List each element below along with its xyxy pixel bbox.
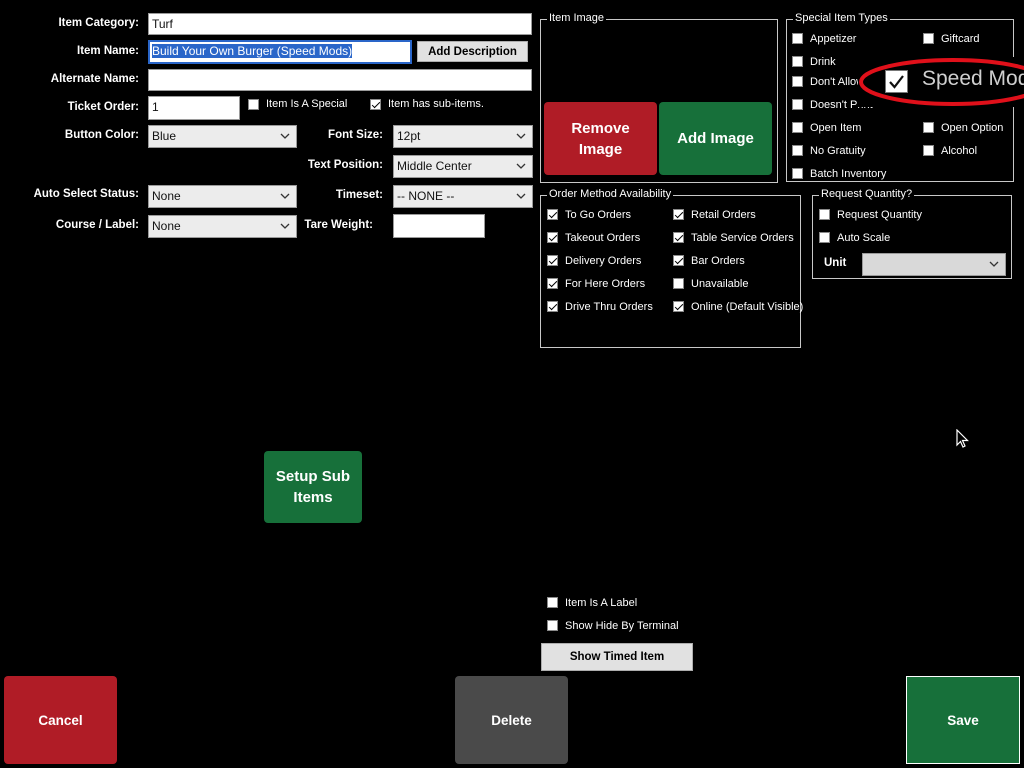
giftcard-checkbox[interactable]	[923, 33, 934, 44]
drive-thru-checkbox[interactable]	[547, 301, 558, 312]
item-category-label: Item Category:	[58, 17, 139, 29]
request-quantity-checkbox[interactable]	[819, 209, 830, 220]
setup-sub-items-button[interactable]: Setup Sub Items	[264, 451, 362, 523]
for-here-text: For Here Orders	[565, 278, 646, 290]
add-description-button[interactable]: Add Description	[417, 41, 528, 62]
button-color-dropdown[interactable]: Blue	[148, 125, 297, 148]
course-label: Course / Label:	[55, 219, 139, 231]
chevron-down-icon	[516, 133, 526, 139]
timeset-dropdown[interactable]: -- NONE --	[393, 185, 533, 208]
dont-allow-checkbox[interactable]	[792, 76, 803, 87]
no-gratuity-checkbox[interactable]	[792, 145, 803, 156]
chevron-down-icon	[280, 133, 290, 139]
auto-select-dropdown[interactable]: None	[148, 185, 297, 208]
bar-text: Bar Orders	[691, 255, 745, 267]
to-go-checkbox[interactable]	[547, 209, 558, 220]
batch-inventory-text: Batch Inventory	[810, 168, 887, 180]
remove-image-button[interactable]: Remove Image	[544, 102, 657, 175]
online-checkbox[interactable]	[673, 301, 684, 312]
tare-weight-label: Tare Weight:	[304, 219, 373, 231]
item-name-label: Item Name:	[77, 45, 139, 57]
tare-weight-input[interactable]	[393, 214, 485, 238]
no-gratuity-text: No Gratuity	[810, 145, 866, 157]
batch-inventory-checkbox[interactable]	[792, 168, 803, 179]
request-quantity-text: Request Quantity	[837, 209, 922, 221]
course-dropdown[interactable]: None	[148, 215, 297, 238]
item-is-special-text: Item Is A Special	[266, 98, 348, 110]
item-has-subitems-text: Item has sub-items.	[388, 98, 484, 110]
online-text: Online (Default Visible)	[691, 301, 804, 313]
open-item-checkbox[interactable]	[792, 122, 803, 133]
unit-dropdown[interactable]	[862, 253, 1006, 276]
appetizer-checkbox[interactable]	[792, 33, 803, 44]
alcohol-checkbox[interactable]	[923, 145, 934, 156]
drink-checkbox[interactable]	[792, 56, 803, 67]
show-timed-item-button[interactable]: Show Timed Item	[541, 643, 693, 671]
to-go-text: To Go Orders	[565, 209, 632, 221]
table-service-checkbox[interactable]	[673, 232, 684, 243]
cancel-button[interactable]: Cancel	[4, 676, 117, 764]
auto-scale-checkbox[interactable]	[819, 232, 830, 243]
font-size-label: Font Size:	[328, 129, 383, 141]
retail-text: Retail Orders	[691, 209, 756, 221]
delivery-checkbox[interactable]	[547, 255, 558, 266]
for-here-checkbox[interactable]	[547, 278, 558, 289]
bar-checkbox[interactable]	[673, 255, 684, 266]
alcohol-text: Alcohol	[941, 145, 978, 157]
mouse-cursor-icon	[956, 429, 969, 448]
retail-checkbox[interactable]	[673, 209, 684, 220]
drive-thru-text: Drive Thru Orders	[565, 301, 653, 313]
takeout-checkbox[interactable]	[547, 232, 558, 243]
auto-select-label: Auto Select Status:	[33, 188, 139, 200]
chevron-down-icon	[280, 223, 290, 229]
show-hide-terminal-checkbox[interactable]	[547, 620, 558, 631]
request-quantity-title: Request Quantity?	[819, 188, 915, 200]
item-image-title: Item Image	[547, 12, 607, 24]
unavailable-checkbox[interactable]	[673, 278, 684, 289]
alternate-name-input[interactable]	[148, 69, 532, 91]
drink-text: Drink	[810, 56, 836, 68]
giftcard-text: Giftcard	[941, 33, 980, 45]
font-size-dropdown[interactable]: 12pt	[393, 125, 533, 148]
item-name-input[interactable]: Build Your Own Burger (Speed Mods)	[148, 40, 412, 64]
item-is-special-checkbox[interactable]	[248, 99, 259, 110]
chevron-down-icon	[516, 193, 526, 199]
chevron-down-icon	[989, 261, 999, 267]
item-is-label-text: Item Is A Label	[565, 597, 638, 609]
open-item-text: Open Item	[810, 122, 862, 134]
chevron-down-icon	[280, 193, 290, 199]
add-image-button[interactable]: Add Image	[659, 102, 772, 175]
auto-scale-text: Auto Scale	[837, 232, 891, 244]
ticket-order-label: Ticket Order:	[67, 101, 139, 113]
unavailable-text: Unavailable	[691, 278, 749, 290]
doesnt-print-checkbox[interactable]	[792, 99, 803, 110]
open-option-checkbox[interactable]	[923, 122, 934, 133]
table-service-text: Table Service Orders	[691, 232, 794, 244]
item-is-label-checkbox[interactable]	[547, 597, 558, 608]
show-hide-terminal-text: Show Hide By Terminal	[565, 620, 679, 632]
chevron-down-icon	[516, 163, 526, 169]
annotation-ellipse	[859, 58, 1024, 106]
unit-label: Unit	[824, 257, 847, 269]
timeset-label: Timeset:	[335, 189, 383, 201]
delete-button[interactable]: Delete	[455, 676, 568, 764]
appetizer-text: Appetizer	[810, 33, 857, 45]
text-position-dropdown[interactable]: Middle Center	[393, 155, 533, 178]
open-option-text: Open Option	[941, 122, 1004, 134]
dont-allow-text: Don't Allow	[810, 76, 858, 88]
order-method-title: Order Method Availability	[547, 188, 674, 200]
button-color-label: Button Color:	[64, 129, 139, 141]
item-has-subitems-checkbox[interactable]	[370, 99, 381, 110]
takeout-text: Takeout Orders	[565, 232, 641, 244]
ticket-order-input[interactable]: 1	[148, 96, 240, 120]
item-category-field[interactable]: Turf	[148, 13, 532, 35]
delivery-text: Delivery Orders	[565, 255, 642, 267]
special-item-types-title: Special Item Types	[793, 12, 890, 24]
speed-mods-zoom-callout: Speed Mods	[858, 57, 1024, 107]
text-position-label: Text Position:	[307, 159, 383, 171]
save-button[interactable]: Save	[906, 676, 1020, 764]
alternate-name-label: Alternate Name:	[50, 73, 139, 85]
